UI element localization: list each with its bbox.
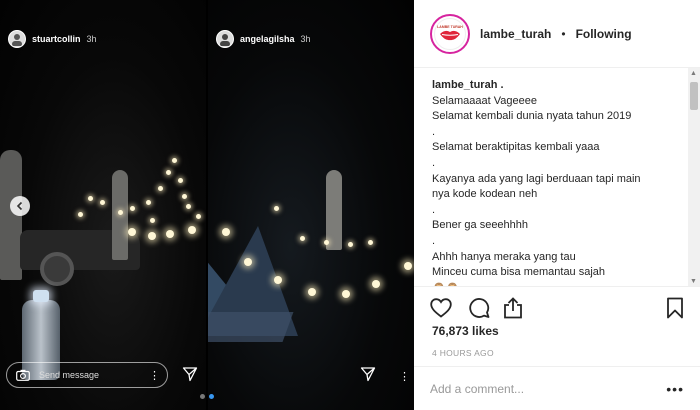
send-icon[interactable] (360, 366, 376, 382)
string-light (368, 240, 373, 245)
caption-line: Selamaaaat Vageeee (432, 94, 537, 107)
send-message-field[interactable]: Send message ⋮ (6, 362, 168, 388)
following-button[interactable]: Following (576, 27, 632, 41)
caption-line: . (432, 125, 436, 138)
caption-line: . (432, 203, 436, 216)
string-light (404, 262, 412, 270)
string-light (178, 178, 183, 183)
caption-line: . (432, 156, 436, 169)
story-panel-1: stuartcollin 3h Send message ⋮ (0, 0, 206, 410)
string-light (372, 280, 380, 288)
string-light (100, 200, 105, 205)
carousel-pager (200, 394, 214, 399)
string-light (88, 196, 93, 201)
string-light (274, 206, 279, 211)
string-light (172, 158, 177, 163)
bookmark-icon[interactable] (664, 297, 686, 319)
story-header: stuartcollin 3h (8, 30, 97, 48)
caption-line: Kayanya ada yang lagi berduaan tapi main (432, 172, 641, 185)
photo-person (112, 170, 128, 260)
string-light (118, 210, 123, 215)
string-light (182, 194, 187, 199)
string-light (188, 226, 196, 234)
photo-person (326, 170, 342, 250)
avatar[interactable] (8, 30, 26, 48)
string-light (186, 204, 191, 209)
photo-wheel (40, 252, 74, 286)
caption-author[interactable]: lambe_turah . (432, 78, 688, 94)
caption-line: Selamat kembali dunia nyata tahun 2019 (432, 110, 632, 123)
string-light (148, 232, 156, 240)
share-icon[interactable] (502, 297, 524, 319)
string-light (348, 242, 353, 247)
string-light (158, 186, 163, 191)
chevron-left-icon[interactable] (10, 196, 30, 216)
lips-icon (440, 31, 460, 41)
string-light (78, 212, 83, 217)
post-actions (414, 286, 700, 326)
comment-input[interactable]: Add a comment... (430, 382, 666, 396)
more-options-icon[interactable]: ⋮ (399, 370, 410, 383)
story-header: angelagilsha 3h (216, 30, 311, 48)
string-light (166, 230, 174, 238)
caption-line: Ahhh hanya meraka yang tau (432, 250, 576, 263)
story-username[interactable]: angelagilsha (240, 34, 295, 44)
string-light (166, 170, 171, 175)
send-message-placeholder[interactable]: Send message (39, 370, 141, 380)
send-icon[interactable] (182, 366, 198, 382)
string-light (300, 236, 305, 241)
comment-form: Add a comment... ••• (414, 366, 700, 410)
more-options-button[interactable]: ••• (666, 381, 684, 397)
string-light (222, 228, 230, 236)
comment-icon[interactable] (468, 297, 490, 319)
string-light (146, 200, 151, 205)
pager-dot[interactable] (200, 394, 205, 399)
scroll-down-icon[interactable]: ▼ (690, 278, 697, 285)
post-timestamp[interactable]: 4 HOURS AGO (432, 348, 494, 358)
more-options-icon[interactable]: ⋮ (149, 369, 160, 382)
string-light (150, 218, 155, 223)
string-light (324, 240, 329, 245)
heart-icon[interactable] (430, 297, 452, 319)
separator-dot: • (561, 26, 566, 41)
post-media: stuartcollin 3h Send message ⋮ angelagil… (0, 0, 414, 410)
post-header: LAMBE TURAH lambe_turah • Following (414, 0, 700, 68)
post-side-panel: LAMBE TURAH lambe_turah • Following lamb… (414, 0, 700, 410)
brand-logo: LAMBE TURAH (434, 17, 466, 50)
caption-line: . (432, 234, 436, 247)
post-username[interactable]: lambe_turah (480, 27, 551, 41)
story-time: 3h (300, 34, 311, 44)
scroll-up-icon[interactable]: ▲ (690, 70, 697, 77)
camera-icon[interactable] (15, 367, 31, 383)
photo-tent-floor (208, 312, 294, 342)
post-caption: lambe_turah . Selamaaaat Vageeee Selamat k… (432, 78, 688, 286)
story-username[interactable]: stuartcollin (32, 34, 81, 44)
string-light (308, 288, 316, 296)
story-time: 3h (86, 34, 97, 44)
string-light (342, 290, 350, 298)
caption-line: nya kode kodean neh (432, 188, 538, 201)
pager-dot-active[interactable] (209, 394, 214, 399)
string-light (196, 214, 201, 219)
string-light (274, 276, 282, 284)
string-light (244, 258, 252, 266)
scrollbar-thumb[interactable] (690, 82, 698, 110)
avatar[interactable]: LAMBE TURAH (430, 13, 470, 54)
caption-scrollbar[interactable]: ▲ ▼ (688, 68, 700, 286)
photo-bottle-cap (33, 290, 49, 302)
string-light (128, 228, 136, 236)
caption-line: Selamat beraktipitas kembali yaaa (432, 141, 600, 154)
caption-line: Minceu cuma bisa memantau sajah (432, 266, 606, 279)
story-panel-2: angelagilsha 3h (208, 0, 414, 410)
likes-count[interactable]: 76,873 likes (432, 324, 499, 338)
avatar[interactable] (216, 30, 234, 48)
string-light (130, 206, 135, 211)
caption-line: Bener ga seeehhhh (432, 219, 529, 232)
